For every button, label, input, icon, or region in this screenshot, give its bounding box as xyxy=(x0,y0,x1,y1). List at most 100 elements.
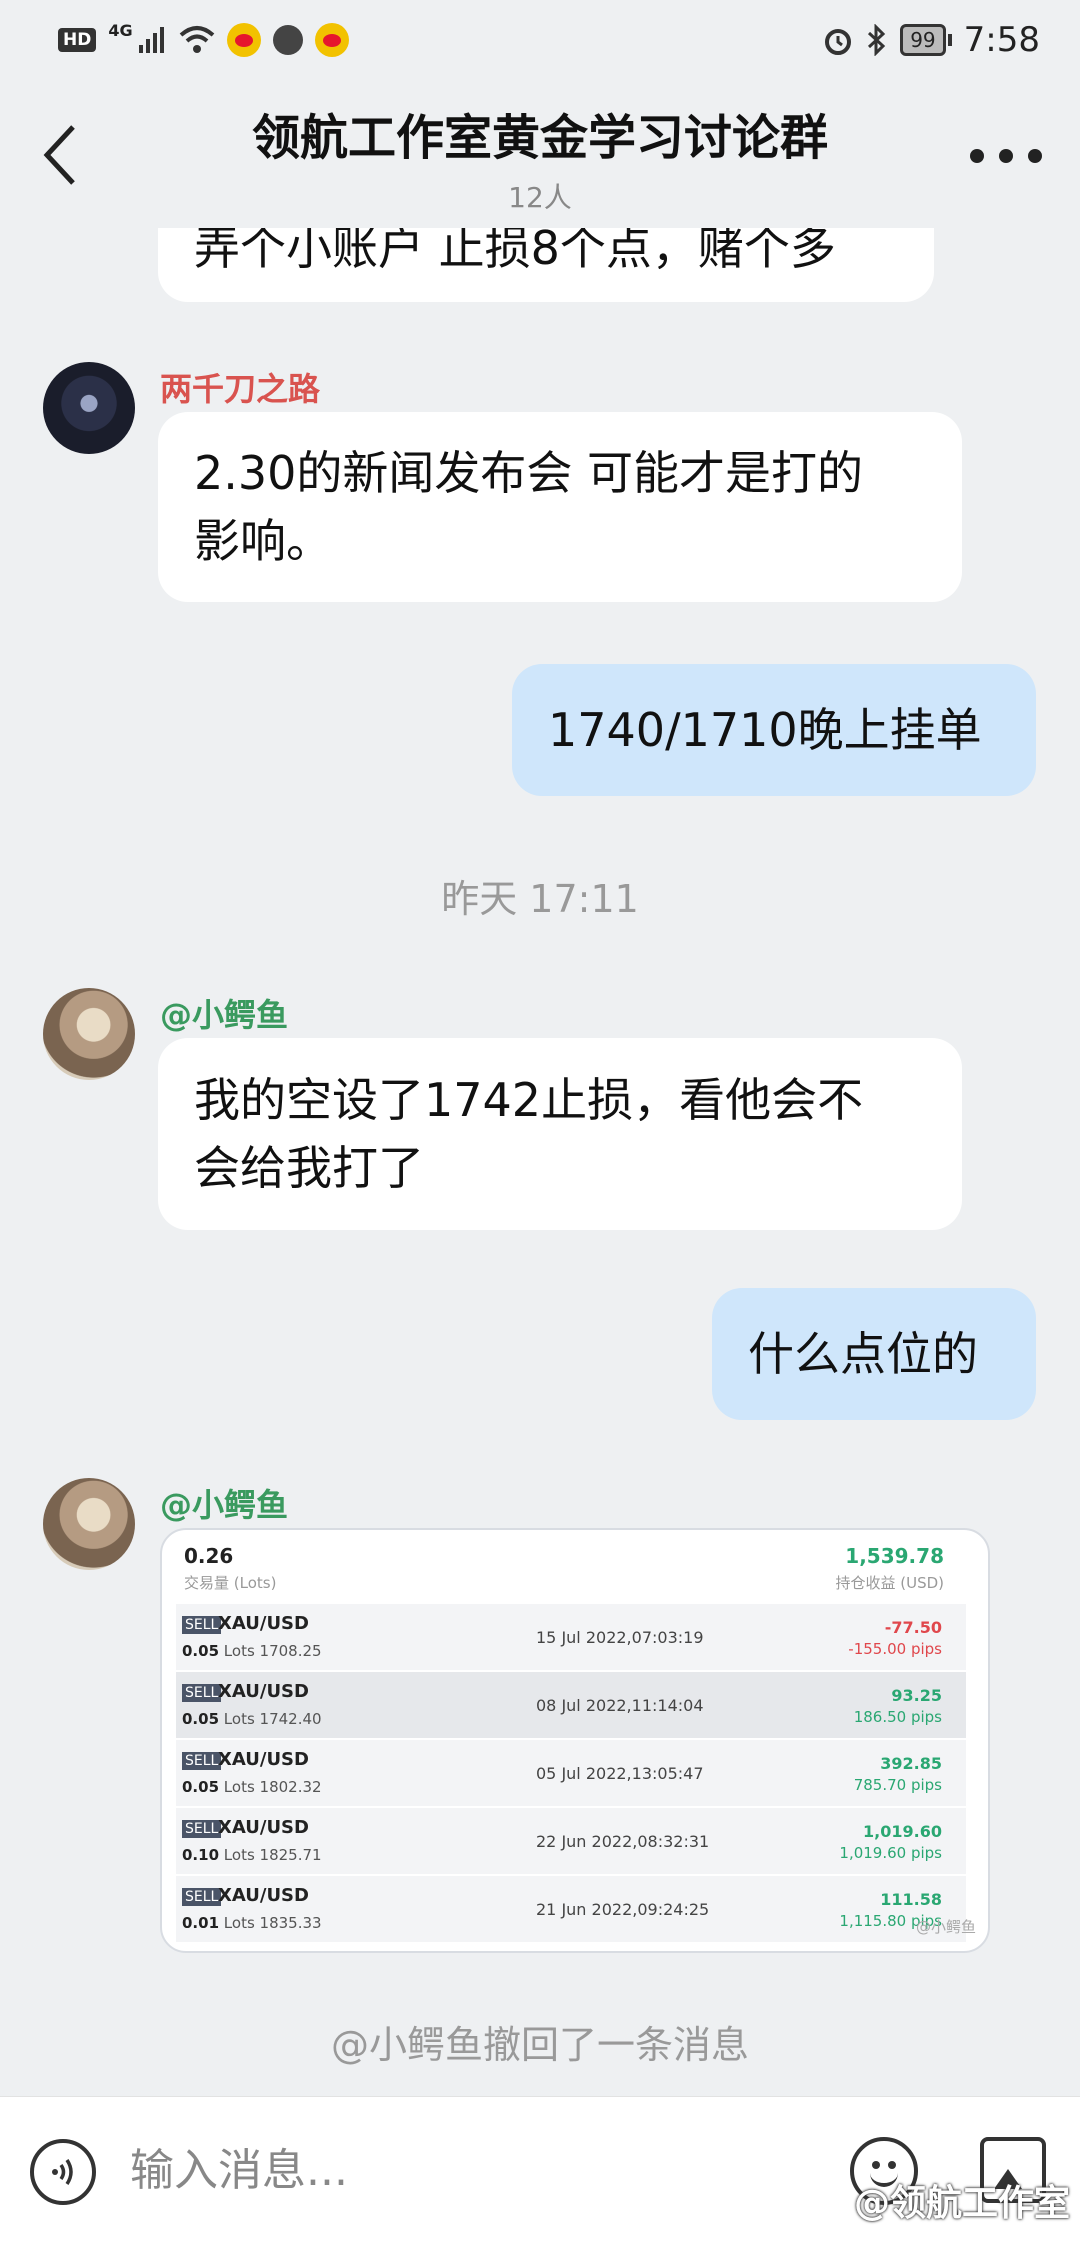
bluetooth-icon xyxy=(868,24,886,56)
lots: 0.01 xyxy=(182,1914,220,1932)
message-text: 什么点位的 xyxy=(748,1327,978,1381)
image-watermark: @小鳄鱼 xyxy=(915,1918,976,1936)
side-badge: SELL xyxy=(182,1888,222,1906)
message-text: 弄个小账户 止损8个点，赌个多 xyxy=(194,228,836,275)
open-price: Lots 1825.71 xyxy=(223,1846,322,1864)
weibo-icon xyxy=(226,23,261,57)
battery-icon: 99 xyxy=(900,24,952,56)
sender-name[interactable]: @小鳄鱼 xyxy=(160,1480,288,1526)
trade-list: SELL XAU/USD 0.05 Lots 1708.25 15 Jul 20… xyxy=(176,1602,966,1942)
group-title: 领航工作室黄金学习讨论群 xyxy=(251,110,828,166)
trade-amount: -77.50 xyxy=(884,1618,942,1637)
trade-pips: -155.00 pips xyxy=(848,1640,942,1658)
open-price: Lots 1802.32 xyxy=(223,1778,322,1796)
weibo-icon-2 xyxy=(314,23,349,57)
more-options-button[interactable] xyxy=(970,138,1042,174)
open-price: Lots 1835.33 xyxy=(223,1914,322,1932)
symbol: XAU/USD xyxy=(218,1749,309,1770)
avatar[interactable] xyxy=(43,988,135,1080)
lots: 0.05 xyxy=(182,1778,220,1796)
recall-notice: @小鳄鱼撤回了一条消息 xyxy=(330,2023,749,2067)
sender-name[interactable]: 两千刀之路 xyxy=(160,364,320,410)
wifi-icon xyxy=(179,26,214,53)
trade-pips: 785.70 pips xyxy=(853,1776,942,1794)
lots: 0.05 xyxy=(182,1710,220,1728)
lot-line: 0.05 Lots 1708.25 xyxy=(182,1642,322,1660)
trade-pips: 1,019.60 pips xyxy=(839,1844,942,1862)
side-badge: SELL xyxy=(182,1616,222,1634)
trade-row: SELL XAU/USD 0.01 Lots 1835.33 21 Jun 20… xyxy=(176,1874,966,1942)
message-bubble[interactable]: 2.30的新闻发布会 可能才是打的 影响。 xyxy=(158,412,962,602)
trade-date: 22 Jun 2022,08:32:31 xyxy=(536,1832,710,1851)
trade-date: 08 Jul 2022,11:14:04 xyxy=(536,1696,704,1715)
lot-line: 0.10 Lots 1825.71 xyxy=(182,1846,322,1864)
image-message[interactable]: 0.26 交易量 (Lots) 1,539.78 持仓收益 (USD) SELL… xyxy=(160,1528,990,1953)
timestamp: 昨天 17:11 xyxy=(441,877,639,921)
trade-date: 15 Jul 2022,07:03:19 xyxy=(536,1628,704,1647)
trade-row: SELL XAU/USD 0.10 Lots 1825.71 22 Jun 20… xyxy=(176,1806,966,1874)
trade-amount: 1,019.60 xyxy=(863,1822,942,1841)
message-bubble[interactable]: 我的空设了1742止损，看他会不 会给我打了 xyxy=(158,1038,962,1230)
open-price: Lots 1708.25 xyxy=(223,1642,322,1660)
signal-icon xyxy=(138,27,164,53)
trade-date: 21 Jun 2022,09:24:25 xyxy=(536,1900,710,1919)
network-type: 4G xyxy=(108,20,133,40)
sender-name[interactable]: @小鳄鱼 xyxy=(160,990,288,1036)
voice-input-button[interactable] xyxy=(30,2139,96,2205)
symbol: XAU/USD xyxy=(218,1613,309,1634)
status-bar: HD 4G 99 7:58 xyxy=(0,0,1080,80)
total-pnl-label: 持仓收益 (USD) xyxy=(835,1574,944,1592)
message-list[interactable]: 弄个小账户 止损8个点，赌个多 两千刀之路 2.30的新闻发布会 可能才是打的 … xyxy=(0,228,1080,2096)
more-dot-icon xyxy=(1028,149,1042,163)
voice-icon xyxy=(52,2159,73,2185)
lots: 0.05 xyxy=(182,1642,220,1660)
lot-line: 0.05 Lots 1802.32 xyxy=(182,1778,322,1796)
emoji-eye xyxy=(888,2161,896,2169)
alarm-icon xyxy=(825,29,852,55)
trade-pips: 186.50 pips xyxy=(853,1708,942,1726)
open-price: Lots 1742.40 xyxy=(223,1710,322,1728)
clock: 7:58 xyxy=(963,20,1040,60)
trade-date: 05 Jul 2022,13:05:47 xyxy=(536,1764,704,1783)
chat-header: 领航工作室黄金学习讨论群 12人 xyxy=(0,80,1080,228)
chat-screen: HD 4G 99 7:58 领航工作室黄金学习讨论群 12人 弄个小账户 止损8… xyxy=(0,0,1080,2244)
trade-summary: 0.26 交易量 (Lots) 1,539.78 持仓收益 (USD) xyxy=(162,1530,988,1602)
symbol: XAU/USD xyxy=(218,1817,309,1838)
page-watermark: @领航工作室 xyxy=(853,2183,1070,2224)
more-dot-icon xyxy=(970,149,984,163)
own-message-bubble[interactable]: 什么点位的 xyxy=(712,1288,1036,1420)
message-text-line: 我的空设了1742止损，看他会不 xyxy=(194,1073,864,1127)
message-input[interactable]: 输入消息... xyxy=(130,2141,730,2201)
lot-line: 0.05 Lots 1742.40 xyxy=(182,1710,322,1728)
status-left: HD 4G xyxy=(58,20,349,57)
side-badge: SELL xyxy=(182,1684,222,1702)
lot-line: 0.01 Lots 1835.33 xyxy=(182,1914,322,1932)
emoji-eye xyxy=(872,2161,880,2169)
symbol: XAU/USD xyxy=(218,1885,309,1906)
trade-row: SELL XAU/USD 0.05 Lots 1708.25 15 Jul 20… xyxy=(176,1602,966,1670)
battery-level: 99 xyxy=(900,24,946,56)
message-text-line: 影响。 xyxy=(194,514,332,568)
hd-badge: HD xyxy=(58,28,97,52)
trade-row: SELL XAU/USD 0.05 Lots 1802.32 05 Jul 20… xyxy=(176,1738,966,1806)
trade-row: SELL XAU/USD 0.05 Lots 1742.40 08 Jul 20… xyxy=(176,1670,966,1738)
status-right: 99 7:58 xyxy=(822,20,1040,60)
side-badge: SELL xyxy=(182,1752,222,1770)
input-bar: 输入消息... @领航工作室 xyxy=(0,2096,1080,2244)
total-pnl: 1,539.78 xyxy=(845,1544,944,1568)
trade-amount: 392.85 xyxy=(880,1754,942,1773)
avatar[interactable] xyxy=(43,1478,135,1570)
member-count: 12人 xyxy=(508,181,572,214)
message-text-line: 2.30的新闻发布会 可能才是打的 xyxy=(194,446,864,500)
avatar[interactable] xyxy=(43,362,135,454)
side-badge: SELL xyxy=(182,1820,222,1838)
trade-amount: 93.25 xyxy=(891,1686,942,1705)
total-lots-label: 交易量 (Lots) xyxy=(184,1574,277,1592)
app-icon xyxy=(272,25,303,55)
message-text-line: 会给我打了 xyxy=(194,1141,424,1195)
trade-amount: 111.58 xyxy=(880,1890,942,1909)
message-text: 1740/1710晚上挂单 xyxy=(548,703,982,757)
more-dot-icon xyxy=(999,149,1013,163)
message-bubble[interactable]: 弄个小账户 止损8个点，赌个多 xyxy=(158,228,934,302)
own-message-bubble[interactable]: 1740/1710晚上挂单 xyxy=(512,664,1036,796)
